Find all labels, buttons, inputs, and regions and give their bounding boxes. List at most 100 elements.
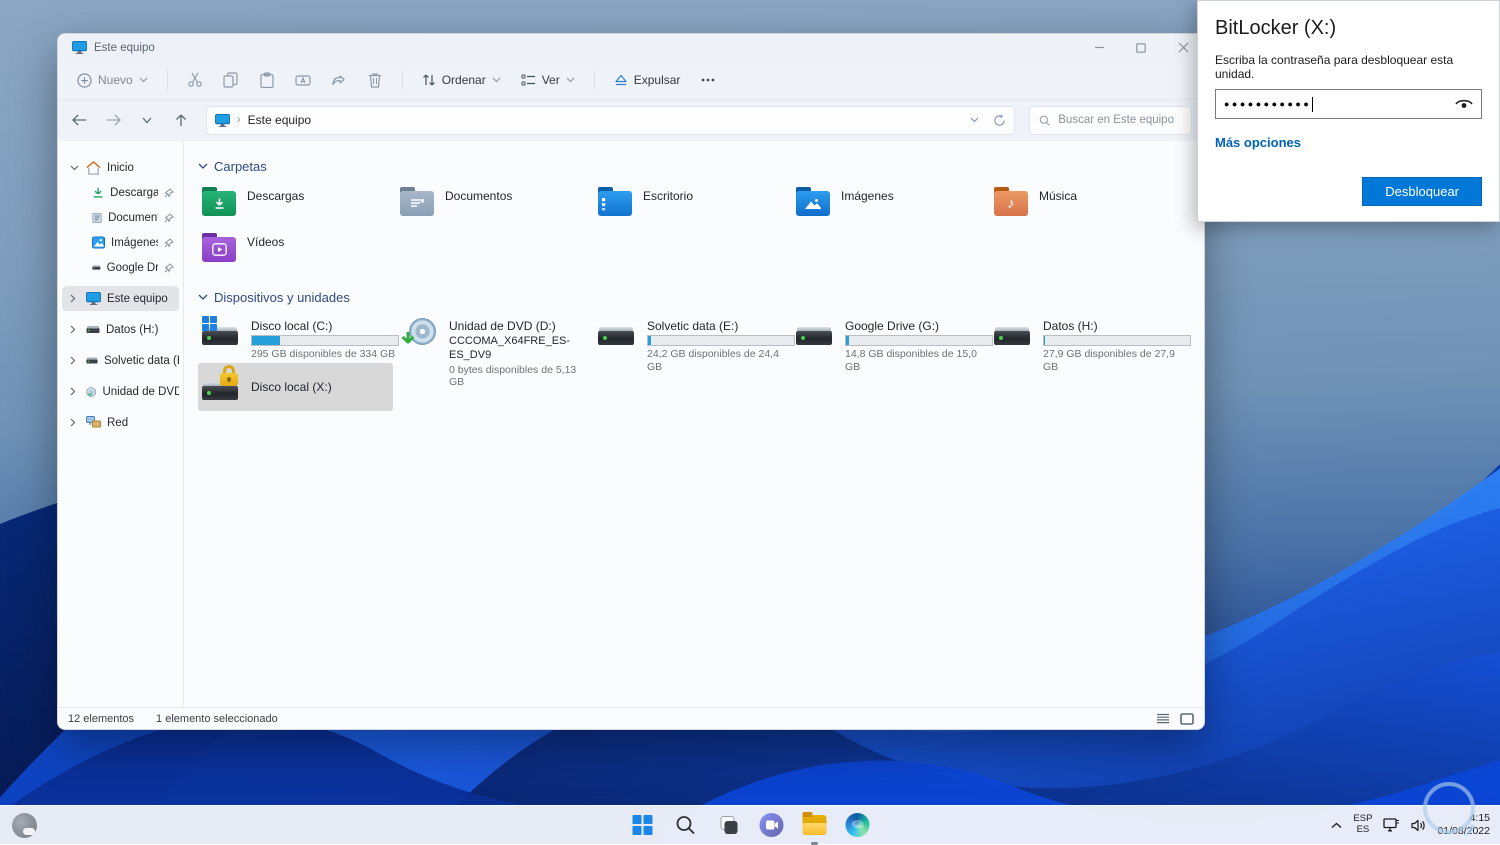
sidebar-item-red[interactable]: Red — [62, 410, 179, 435]
sidebar-item-inicio[interactable]: Inicio — [62, 155, 179, 180]
bitlocker-title: BitLocker (X:) — [1215, 17, 1482, 40]
share-button[interactable] — [322, 66, 356, 94]
file-explorer-button[interactable] — [798, 808, 832, 842]
sidebar-item-datos[interactable]: Datos (H:) — [62, 317, 179, 342]
items-view: Carpetas Descargas Documentos Escritor — [184, 141, 1204, 707]
tile-label: Descargas — [247, 187, 304, 204]
drive-name: Disco local (X:) — [251, 380, 332, 394]
folder-tile-escritorio[interactable]: Escritorio — [594, 184, 792, 230]
plus-circle-icon — [77, 73, 92, 88]
search-icon — [676, 815, 696, 835]
up-button[interactable] — [166, 106, 196, 134]
rename-button[interactable] — [286, 66, 320, 94]
share-icon — [331, 73, 347, 88]
recent-locations-button[interactable] — [132, 106, 162, 134]
chevron-right-icon[interactable] — [70, 325, 80, 334]
chevron-right-icon[interactable] — [70, 294, 80, 303]
copy-icon — [223, 72, 238, 88]
widgets-icon[interactable] — [12, 813, 37, 838]
sort-arrows-icon — [422, 73, 436, 87]
drive-capacity: 295 GB disponibles de 334 GB — [251, 348, 399, 361]
sidebar-item-label: Este equipo — [107, 293, 168, 305]
tray-overflow-chevron[interactable] — [1331, 822, 1342, 829]
volume-icon[interactable] — [1411, 819, 1426, 832]
forward-button[interactable] — [98, 106, 128, 134]
more-options-link[interactable]: Más opciones — [1215, 135, 1301, 150]
search-box[interactable] — [1029, 106, 1192, 135]
drive-capacity: 0 bytes disponibles de 5,13 GB — [449, 364, 588, 389]
eject-button[interactable]: Expulsar — [605, 68, 690, 92]
chevron-right-icon[interactable] — [70, 418, 80, 427]
capacity-bar — [1043, 335, 1191, 346]
chevron-down-icon[interactable] — [70, 165, 80, 171]
sidebar-item-label: Datos (H:) — [106, 324, 158, 336]
sidebar-item-label: Descargas — [110, 187, 158, 199]
chat-button[interactable] — [755, 808, 789, 842]
folder-tile-videos[interactable]: Vídeos — [198, 230, 396, 276]
sidebar-item-imagenes[interactable]: Imágenes — [62, 230, 179, 255]
language-indicator[interactable]: ESP ES — [1353, 814, 1372, 836]
network-icon[interactable] — [1383, 818, 1400, 832]
copy-button[interactable] — [214, 66, 248, 94]
search-input[interactable] — [1058, 114, 1182, 126]
cut-button[interactable] — [178, 66, 212, 94]
drive-tile-dvd[interactable]: Unidad de DVD (D:) CCCOMA_X64FRE_ES-ES_D… — [396, 315, 594, 363]
large-icons-view-icon[interactable] — [1180, 713, 1194, 725]
breadcrumb-separator: › — [237, 114, 241, 126]
titlebar[interactable]: Este equipo — [58, 34, 1204, 61]
new-button[interactable]: Nuevo — [68, 68, 157, 93]
edge-button[interactable] — [841, 808, 875, 842]
sort-button[interactable]: Ordenar — [413, 68, 510, 92]
toolbar-divider — [402, 70, 403, 90]
drive-icon — [796, 318, 834, 346]
maximize-button[interactable] — [1120, 34, 1162, 61]
folder-tile-descargas[interactable]: Descargas — [198, 184, 396, 230]
chevron-down-icon — [198, 163, 208, 170]
start-button[interactable] — [626, 808, 660, 842]
details-view-icon[interactable] — [1156, 713, 1170, 724]
breadcrumb-current[interactable]: Este equipo — [248, 113, 311, 127]
folder-tile-imagenes[interactable]: Imágenes — [792, 184, 990, 230]
task-view-button[interactable] — [712, 808, 746, 842]
unlock-button[interactable]: Desbloquear — [1362, 177, 1482, 206]
folder-tile-documentos[interactable]: Documentos — [396, 184, 594, 230]
address-dropdown-icon[interactable] — [970, 117, 979, 123]
sidebar-item-solvetic-data[interactable]: Solvetic data (E:) — [62, 348, 179, 373]
chevron-right-icon[interactable] — [70, 387, 80, 396]
chevron-right-icon[interactable] — [70, 356, 80, 365]
drive-tile-h[interactable]: Datos (H:) 27,9 GB disponibles de 27,9 G… — [990, 315, 1188, 363]
minimize-button[interactable] — [1078, 34, 1120, 61]
password-input[interactable]: ●●●●●●●●●●● — [1215, 89, 1482, 119]
tile-label: Vídeos — [247, 233, 284, 250]
delete-button[interactable] — [358, 66, 392, 94]
see-more-button[interactable] — [691, 66, 725, 94]
eject-button-label: Expulsar — [634, 73, 681, 87]
sidebar-item-este-equipo[interactable]: Este equipo — [62, 286, 179, 311]
drive-tile-g[interactable]: Google Drive (G:) 14,8 GB disponibles de… — [792, 315, 990, 363]
taskbar-search-button[interactable] — [669, 808, 703, 842]
trash-icon — [368, 72, 382, 88]
view-options-icon — [521, 74, 536, 87]
back-button[interactable] — [64, 106, 94, 134]
sidebar-item-descargas[interactable]: Descargas — [62, 180, 179, 205]
section-header-carpetas[interactable]: Carpetas — [198, 159, 1204, 174]
paste-button[interactable] — [250, 66, 284, 94]
drive-tile-c[interactable]: Disco local (C:) 295 GB disponibles de 3… — [198, 315, 396, 363]
drive-tile-e[interactable]: Solvetic data (E:) 24,2 GB disponibles d… — [594, 315, 792, 363]
pictures-folder-icon — [796, 187, 830, 216]
drive-tile-x-selected[interactable]: Disco local (X:) — [198, 363, 393, 411]
status-bar: 12 elementos 1 elemento seleccionado — [58, 707, 1204, 729]
drive-icon — [994, 318, 1032, 346]
reveal-password-icon[interactable] — [1455, 98, 1473, 110]
breadcrumb-bar[interactable]: › Este equipo — [206, 106, 1015, 135]
folder-tile-musica[interactable]: ♪ Música — [990, 184, 1188, 230]
sidebar-item-documentos[interactable]: Documentos — [62, 205, 179, 230]
window-tab[interactable]: Este equipo — [58, 34, 169, 61]
sidebar-item-dvd[interactable]: Unidad de DVD (D:) — [62, 379, 179, 404]
capacity-bar — [251, 335, 399, 346]
sidebar-item-google-drive[interactable]: Google Drive (G — [62, 255, 179, 280]
clock[interactable]: 4:15 01/08/2022 — [1437, 812, 1494, 838]
section-header-dispositivos[interactable]: Dispositivos y unidades — [198, 290, 1204, 305]
view-button[interactable]: Ver — [512, 68, 584, 92]
refresh-icon[interactable] — [993, 114, 1006, 127]
